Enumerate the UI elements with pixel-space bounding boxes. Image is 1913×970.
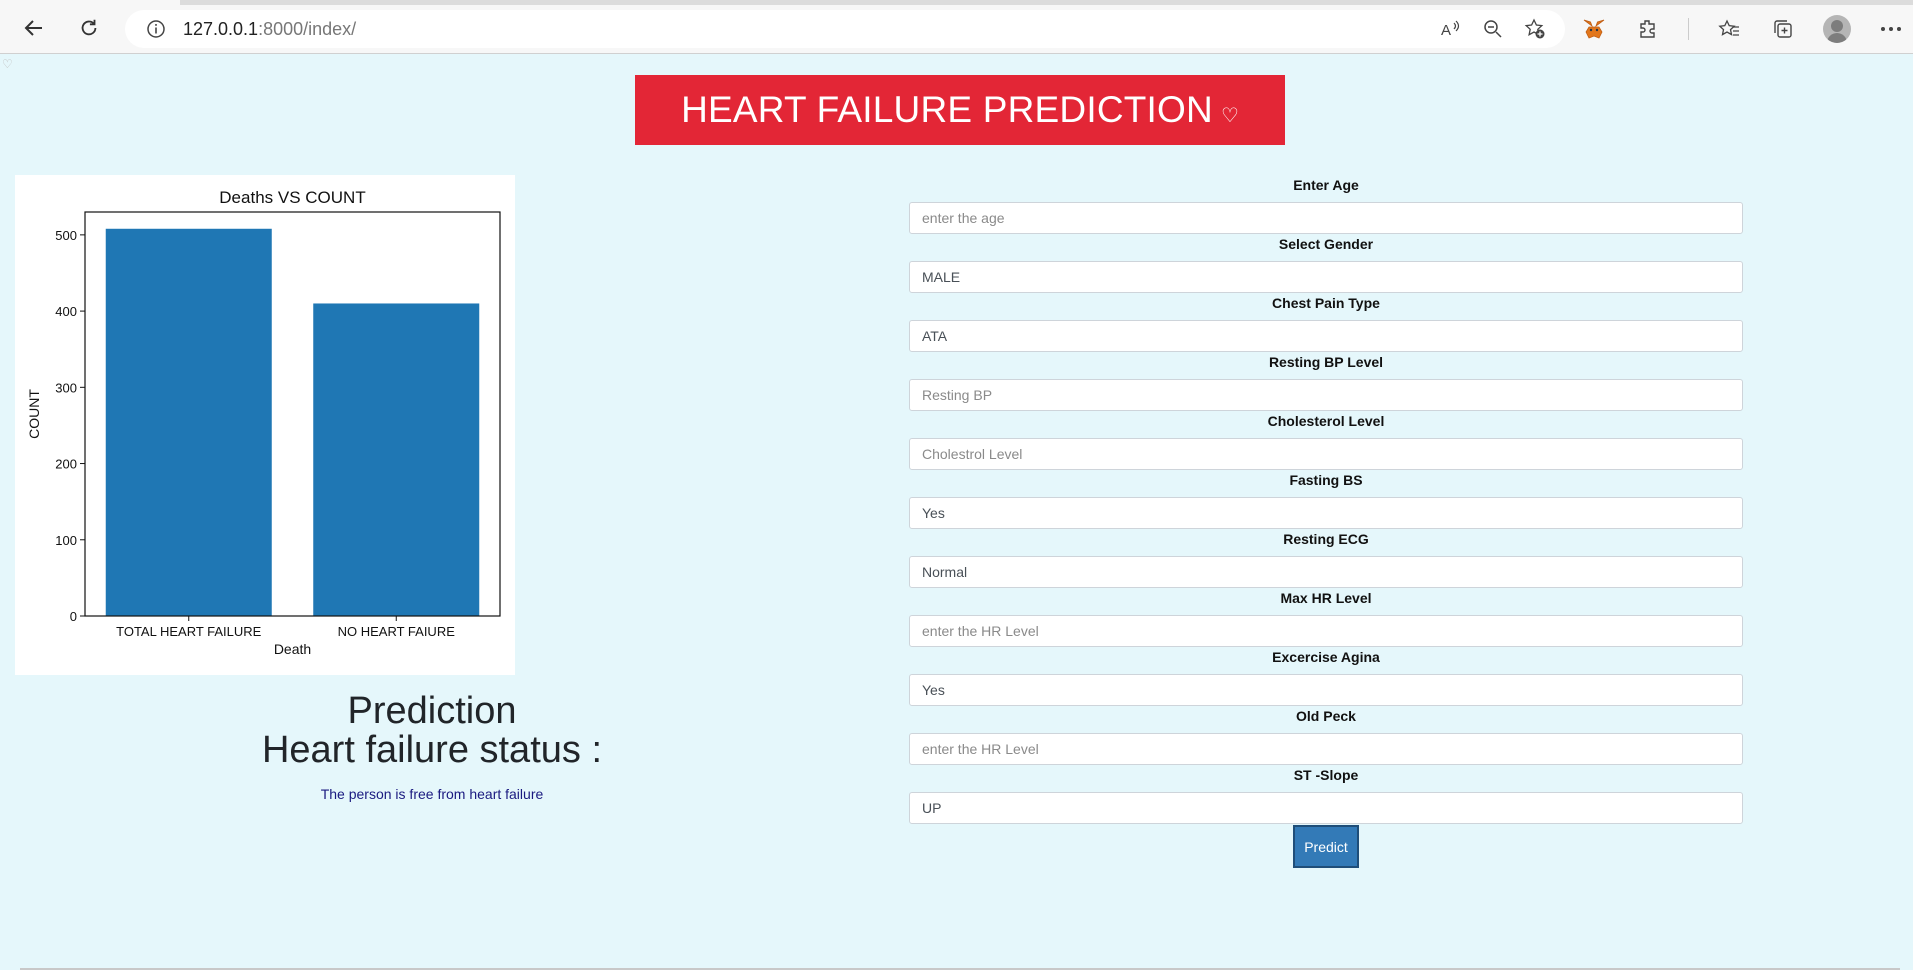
url-host: 127.0.0.1 [183,18,259,39]
add-favorite-icon[interactable] [1521,15,1549,43]
st-slope-field: ST -Slope UP [909,766,1743,824]
cholesterol-field: Cholesterol Level [909,412,1743,470]
zoom-out-icon[interactable] [1479,15,1507,43]
age-input[interactable] [909,202,1743,234]
chest-pain-field: Chest Pain Type ATA [909,294,1743,352]
chart-title: Deaths VS COUNT [219,188,365,207]
exercise-angina-field: Excercise Agina Yes [909,648,1743,706]
old-peak-field: Old Peck [909,707,1743,765]
address-bar[interactable]: 127.0.0.1:8000/index/ A [125,10,1565,48]
chart-bar [105,228,272,616]
fasting-bs-select[interactable]: Yes [909,497,1743,529]
toolbar-separator [1688,18,1689,40]
metamask-icon[interactable] [1580,15,1608,43]
predict-button[interactable]: Predict [1293,825,1359,868]
svg-text:A: A [1441,22,1451,39]
y-tick-label: 100 [55,533,77,548]
x-tick-label: NO HEART FAIURE [338,624,456,639]
x-tick-label: TOTAL HEART FAILURE [116,624,262,639]
profile-icon[interactable] [1823,15,1851,43]
browser-toolbar: 127.0.0.1:8000/index/ A [0,0,1913,54]
x-axis-label: Death [274,641,311,657]
y-tick-label: 400 [55,304,77,319]
fasting-bs-label: Fasting BS [1289,472,1363,488]
st-slope-label: ST -Slope [1293,767,1359,783]
resting-bp-input[interactable] [909,379,1743,411]
corner-heart-icon: ♡ [2,57,13,71]
age-field: Enter Age [909,176,1743,234]
prediction-heading: Prediction [347,690,517,732]
active-tab[interactable] [0,0,180,5]
chest-pain-label: Chest Pain Type [1272,295,1380,311]
cholesterol-label: Cholesterol Level [1267,413,1385,429]
resting-ecg-select[interactable]: Normal [909,556,1743,588]
chart-svg: Deaths VS COUNT TOTAL HEART FAILURE NO HEA… [26,188,501,657]
prediction-result-message: The person is free from heart failure [320,786,544,802]
max-hr-input[interactable] [909,615,1743,647]
gender-select[interactable]: MALE [909,261,1743,293]
age-label: Enter Age [1293,177,1359,193]
chart-bar [313,303,480,616]
extensions-icon[interactable] [1634,15,1662,43]
y-tick-label: 200 [55,457,77,472]
gender-label: Select Gender [1278,236,1374,252]
collections-icon[interactable] [1769,15,1797,43]
chest-pain-select[interactable]: ATA [909,320,1743,352]
heart-failure-status-label: Heart failure status : [261,729,603,771]
resting-ecg-label: Resting ECG [1283,531,1369,547]
y-tick-label: 0 [70,609,77,624]
gender-field: Select Gender MALE [909,235,1743,293]
info-icon[interactable] [141,14,171,44]
old-peak-label: Old Peck [1296,708,1356,724]
refresh-icon[interactable] [73,12,105,44]
favorites-icon[interactable] [1715,15,1743,43]
exercise-angina-label: Excercise Agina [1272,649,1380,665]
resting-ecg-field: Resting ECG Normal [909,530,1743,588]
resting-bp-label: Resting BP Level [1268,354,1384,370]
exercise-angina-select[interactable]: Yes [909,674,1743,706]
y-tick-label: 500 [55,228,77,243]
max-hr-field: Max HR Level [909,589,1743,647]
read-aloud-icon[interactable]: A [1437,15,1465,43]
heart-icon: ♡ [1220,104,1239,127]
more-icon[interactable] [1877,15,1905,43]
cholesterol-input[interactable] [909,438,1743,470]
page-title-banner: HEART FAILURE PREDICTION ♡ [635,75,1285,145]
resting-bp-field: Resting BP Level [909,353,1743,411]
tab-strip [0,0,1913,5]
url-text[interactable]: 127.0.0.1:8000/index/ [183,19,356,40]
max-hr-label: Max HR Level [1280,590,1372,606]
old-peak-input[interactable] [909,733,1743,765]
deaths-count-chart: Deaths VS COUNT TOTAL HEART FAILURE NO HEA… [15,175,515,675]
fasting-bs-field: Fasting BS Yes [909,471,1743,529]
page-title: HEART FAILURE PREDICTION [681,89,1213,130]
back-icon[interactable] [18,12,50,44]
y-axis-label: COUNT [26,389,42,439]
st-slope-select[interactable]: UP [909,792,1743,824]
url-path: :8000/index/ [258,18,357,39]
y-tick-label: 300 [55,380,77,395]
